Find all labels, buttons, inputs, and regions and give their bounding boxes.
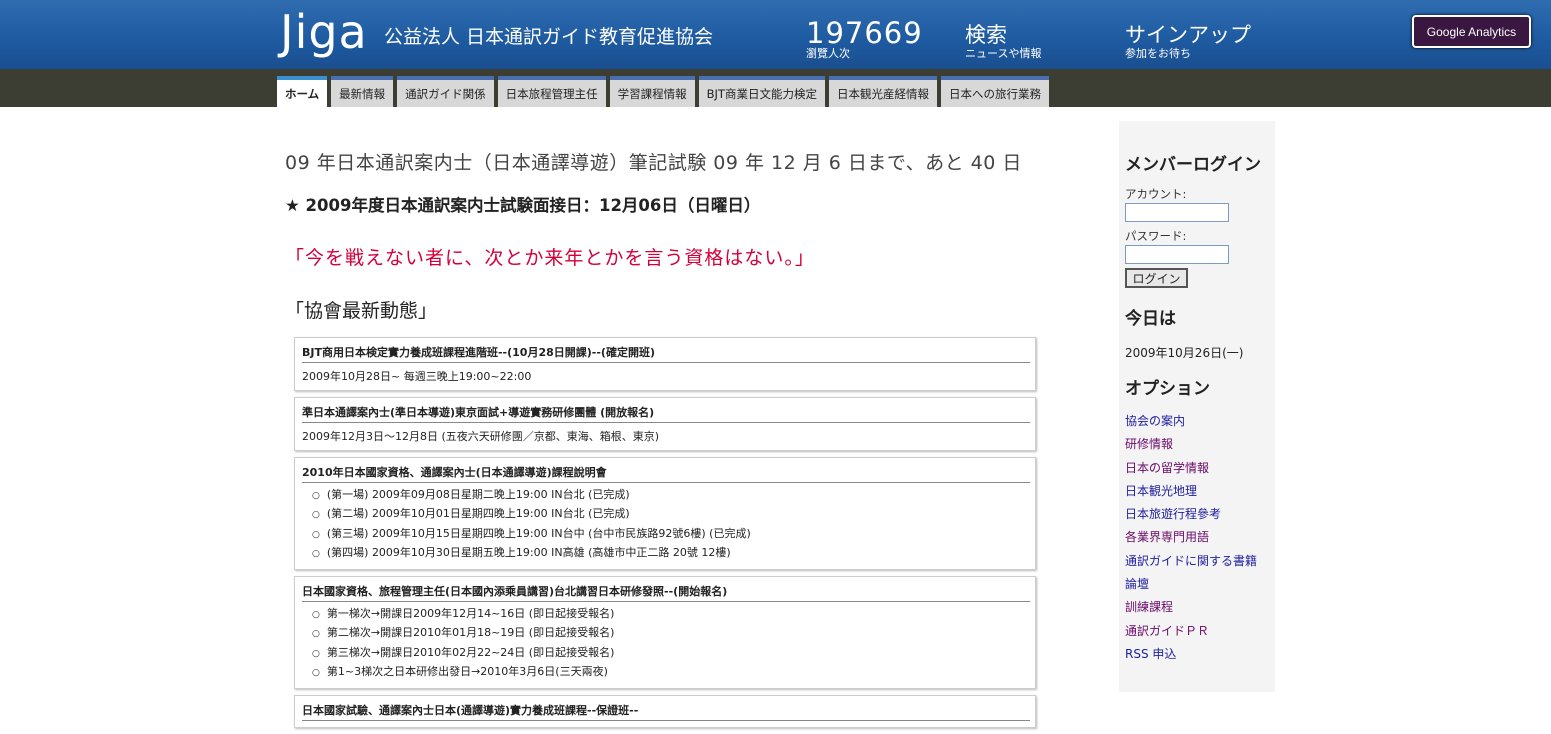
sidebar-link[interactable]: RSS 申込 bbox=[1125, 643, 1269, 666]
login-button[interactable]: ログイン bbox=[1125, 268, 1188, 288]
google-analytics-button[interactable]: Google Analytics bbox=[1412, 15, 1531, 48]
options-title: オプション bbox=[1125, 379, 1210, 399]
signup-sub: 参加をお待ち bbox=[1125, 47, 1191, 60]
news-title[interactable]: 日本國家資格、旅程管理主任(日本國內添乘員講習)台北講習日本研修發照--(開始報… bbox=[302, 583, 1030, 603]
password-label: パスワード: bbox=[1125, 229, 1187, 243]
main-nav-tabs: ホーム 最新情報 通訳ガイド関係 日本旅程管理主任 学習課程情報 BJT商業日文能力検定日… bbox=[277, 76, 1049, 107]
header-bar: Jiga 公益法人 日本通訳ガイド教育促進協会 197669 瀏覽人次 検索 ニ… bbox=[0, 0, 1551, 69]
tab-0[interactable]: ホーム bbox=[277, 76, 328, 107]
news-title[interactable]: 準日本通譯案內士(準日本導遊)東京面試+導遊實務研修團體 (開放報名) bbox=[302, 404, 1030, 423]
today-title: 今日は bbox=[1125, 309, 1176, 329]
login-title: メンバーログイン bbox=[1125, 155, 1261, 175]
visitor-counter: 197669 瀏覽人次 bbox=[806, 18, 923, 60]
exam-countdown: 09 年日本通訳案内士（日本通譯導遊）筆記試験 09 年 12 月 6 日まで、… bbox=[285, 152, 1022, 174]
list-item: 第1~3梯次之日本研修出發日→2010年3月6日(三天兩夜) bbox=[312, 663, 1030, 682]
sidebar-link[interactable]: 日本旅遊行程參考 bbox=[1125, 503, 1269, 526]
counter-value: 197669 bbox=[806, 16, 923, 50]
news-item-list: 第一梯次→開課日2009年12月14~16日 (即日起接受報名)第二梯次→開課日… bbox=[302, 605, 1030, 682]
tab-5[interactable]: BJT商業日文能力検定 bbox=[698, 76, 825, 107]
sidebar-link[interactable]: 日本の留学情報 bbox=[1125, 457, 1269, 480]
search-sub: ニュースや情報 bbox=[965, 47, 1042, 60]
sidebar-link[interactable]: 日本観光地理 bbox=[1125, 480, 1269, 503]
list-item: (第三場) 2009年10月15日星期四晚上19:00 IN台中 (台中市民族路… bbox=[312, 525, 1030, 544]
sidebar-link[interactable]: 通訳ガイドＰＲ bbox=[1125, 620, 1269, 643]
list-item: 第二梯次→開課日2010年01月18~19日 (即日起接受報名) bbox=[312, 624, 1030, 643]
news-title[interactable]: 日本國家試驗、通譯案內士日本(通譯導遊)實力養成班課程--保證班-- bbox=[302, 702, 1030, 722]
news-box: 日本國家試驗、通譯案內士日本(通譯導遊)實力養成班課程--保證班-- bbox=[294, 695, 1036, 729]
sidebar: メンバーログイン アカウント: パスワード: ログイン 今日は 2009年10月… bbox=[1119, 121, 1275, 692]
password-input[interactable] bbox=[1125, 245, 1229, 264]
tab-2[interactable]: 通訳ガイド関係 bbox=[397, 76, 494, 107]
list-item: 第一梯次→開課日2009年12月14~16日 (即日起接受報名) bbox=[312, 605, 1030, 624]
news-body: 2009年12月3日～12月8日 (五夜六天研修團／京都、東海、箱根、東京) bbox=[302, 430, 660, 443]
sidebar-link[interactable]: 訓練課程 bbox=[1125, 596, 1269, 619]
sidebar-link[interactable]: 協会の案内 bbox=[1125, 410, 1269, 433]
site-logo[interactable]: Jiga bbox=[280, 6, 368, 58]
list-item: (第一場) 2009年09月08日星期二晚上19:00 IN台北 (已完成) bbox=[312, 486, 1030, 505]
section-title: 「協會最新動態」 bbox=[285, 300, 438, 322]
search-label[interactable]: 検索 bbox=[965, 22, 1041, 48]
news-box: 準日本通譯案內士(準日本導遊)東京面試+導遊實務研修團體 (開放報名) 2009年… bbox=[294, 397, 1036, 451]
news-title[interactable]: BJT商用日本検定實力養成班課程進階班--(10月28日開課)--(確定開班) bbox=[302, 344, 1030, 363]
tab-7[interactable]: 日本への旅行業務 bbox=[940, 76, 1049, 107]
list-item: (第二場) 2009年10月01日星期四晚上19:00 IN台北 (已完成) bbox=[312, 505, 1030, 524]
interview-date: ★ 2009年度日本通訳案内士試験面接日：12月06日（日曜日） bbox=[285, 196, 761, 215]
news-list: BJT商用日本検定實力養成班課程進階班--(10月28日開課)--(確定開班) 2… bbox=[294, 337, 1036, 734]
main-content: 09 年日本通訳案内士（日本通譯導遊）筆記試験 09 年 12 月 6 日まで、… bbox=[285, 150, 1085, 323]
options-links: 協会の案内 研修情報 日本の留学情報 日本観光地理 日本旅遊行程參考 各業界専門用語 通訳ガ… bbox=[1125, 410, 1269, 666]
signup-label[interactable]: サインアップ bbox=[1125, 22, 1251, 48]
org-name: 公益法人 日本通訳ガイド教育促進協会 bbox=[384, 26, 714, 48]
sidebar-link[interactable]: 通訳ガイドに関する書籍 bbox=[1125, 550, 1269, 573]
sidebar-link[interactable]: 研修情報 bbox=[1125, 433, 1269, 456]
search-link[interactable]: 検索 ニュースや情報 bbox=[965, 22, 1041, 60]
tab-6[interactable]: 日本観光産経情報 bbox=[828, 76, 937, 107]
news-box: 2010年日本國家資格、通譯案內士(日本通譯導遊)課程說明會 (第一場) 2009… bbox=[294, 457, 1036, 571]
sidebar-link[interactable]: 各業界専門用語 bbox=[1125, 526, 1269, 549]
news-box: BJT商用日本検定實力養成班課程進階班--(10月28日開課)--(確定開班) 2… bbox=[294, 337, 1036, 391]
list-item: 第三梯次→開課日2010年02月22~24日 (即日起接受報名) bbox=[312, 644, 1030, 663]
news-box: 日本國家資格、旅程管理主任(日本國內添乘員講習)台北講習日本研修發照--(開始報… bbox=[294, 576, 1036, 690]
account-label: アカウント: bbox=[1125, 187, 1187, 201]
today-date: 2009年10月26日(一) bbox=[1125, 346, 1244, 360]
news-item-list: (第一場) 2009年09月08日星期二晚上19:00 IN台北 (已完成)(第… bbox=[302, 486, 1030, 563]
list-item: (第四場) 2009年10月30日星期五晚上19:00 IN高雄 (高雄市中正二… bbox=[312, 544, 1030, 563]
motto-quote: 「今を戦えない者に、次とか来年とかを言う資格はない。」 bbox=[285, 247, 815, 269]
tab-4[interactable]: 学習課程情報 bbox=[609, 76, 695, 107]
tab-3[interactable]: 日本旅程管理主任 bbox=[497, 76, 606, 107]
account-input[interactable] bbox=[1125, 203, 1229, 222]
news-title[interactable]: 2010年日本國家資格、通譯案內士(日本通譯導遊)課程說明會 bbox=[302, 464, 1030, 483]
news-body: 2009年10月28日~ 每週三晚上19:00~22:00 bbox=[302, 370, 532, 383]
signup-link[interactable]: サインアップ 参加をお待ち bbox=[1125, 22, 1251, 60]
tab-1[interactable]: 最新情報 bbox=[331, 76, 394, 107]
sidebar-link[interactable]: 論壇 bbox=[1125, 573, 1269, 596]
